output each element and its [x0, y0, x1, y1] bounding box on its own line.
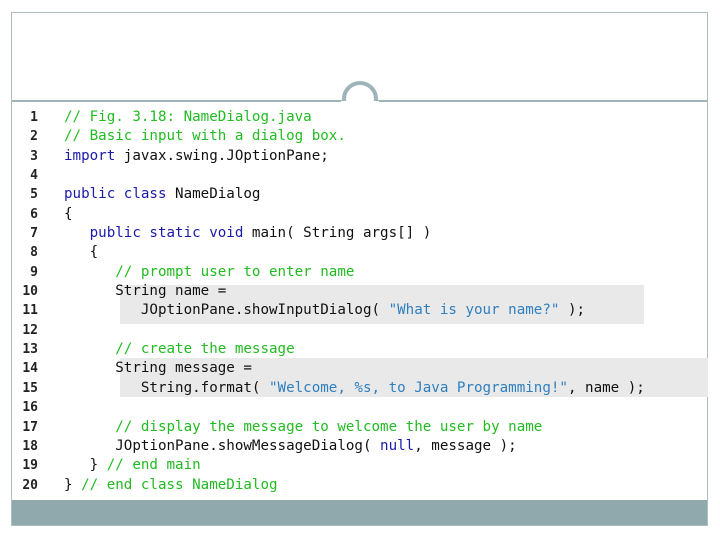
code-line: public static void main( String args[] ): [64, 224, 704, 243]
line-number: 20: [22, 477, 38, 493]
code-line: // prompt user to enter name: [64, 263, 704, 282]
line-number: 2: [30, 129, 38, 145]
line-number: 4: [30, 168, 38, 184]
code-line: import javax.swing.JOptionPane;: [64, 147, 704, 166]
code-text: String message =: [64, 360, 252, 377]
code-text: }: [64, 476, 82, 493]
line-number: 16: [22, 400, 38, 416]
code-text: );: [559, 302, 586, 319]
code-comment: // prompt user to enter name: [115, 263, 355, 280]
line-number: 12: [22, 322, 38, 338]
code-line: // Basic input with a dialog box.: [64, 127, 704, 146]
line-number: 5: [30, 187, 38, 203]
line-number: 14: [22, 361, 38, 377]
code-line: String name =: [64, 282, 704, 301]
code-line: {: [64, 243, 704, 262]
code-text: JOptionPane.showInputDialog(: [64, 302, 389, 319]
line-number: 11: [22, 303, 38, 319]
code-text: }: [64, 457, 107, 474]
code-comment: // end class NameDialog: [81, 476, 278, 493]
code-line: public class NameDialog: [64, 185, 704, 204]
line-number: 7: [30, 226, 38, 242]
code-text: main( String args[] ): [243, 225, 432, 242]
code-listing: // Fig. 3.18: NameDialog.java // Basic in…: [64, 108, 704, 495]
line-number: 15: [22, 380, 38, 396]
code-text: JOptionPane.showMessageDialog(: [64, 437, 381, 454]
code-text: NameDialog: [166, 186, 261, 203]
code-text: javax.swing.JOptionPane;: [115, 147, 329, 164]
code-comment: // display the message to welcome the us…: [115, 418, 543, 435]
code-comment: // Fig. 3.18: NameDialog.java: [64, 109, 312, 125]
code-line: JOptionPane.showMessageDialog( null, mes…: [64, 437, 704, 456]
code-line: } // end class NameDialog: [64, 476, 704, 495]
code-text: String name =: [64, 283, 227, 300]
code-comment: // Basic input with a dialog box.: [64, 128, 346, 145]
footer-bar: [12, 500, 707, 525]
code-comment: // create the message: [115, 341, 295, 358]
code-text: {: [64, 205, 73, 222]
line-number: 8: [30, 245, 38, 261]
code-keyword: public class: [64, 186, 167, 203]
line-number: 19: [22, 458, 38, 474]
code-line: // Fig. 3.18: NameDialog.java: [64, 108, 704, 127]
code-text: String.format(: [64, 379, 269, 396]
code-string: "Welcome, %s, to Java Programming!": [269, 379, 568, 396]
code-line: } // end main: [64, 456, 704, 475]
code-line: JOptionPane.showInputDialog( "What is yo…: [64, 301, 704, 320]
code-line: // create the message: [64, 340, 704, 359]
line-number: 3: [30, 148, 38, 164]
line-number: 6: [30, 206, 38, 222]
code-comment: // end main: [106, 457, 201, 474]
line-number: 9: [30, 264, 38, 280]
code-string: "What is your name?": [388, 302, 560, 319]
code-line: {: [64, 205, 704, 224]
line-number-gutter: 1 2 3 4 5 6 7 8 9 10 11 12 13 14 15 16 17 18 19 20: [12, 108, 42, 495]
code-keyword: public static void: [89, 225, 244, 242]
line-number: 10: [22, 284, 38, 300]
code-line: String message =: [64, 359, 704, 378]
code-text: {: [64, 244, 99, 261]
code-keyword: import: [64, 147, 116, 164]
code-text: , name );: [567, 379, 645, 396]
line-number: 17: [22, 419, 38, 435]
line-number: 1: [30, 110, 38, 125]
line-number: 18: [22, 438, 38, 454]
code-line: // display the message to welcome the us…: [64, 418, 704, 437]
code-line: String.format( "Welcome, %s, to Java Pro…: [64, 379, 704, 398]
line-number: 13: [22, 342, 38, 358]
code-keyword: null: [380, 437, 415, 454]
code-text: , message );: [414, 437, 517, 454]
